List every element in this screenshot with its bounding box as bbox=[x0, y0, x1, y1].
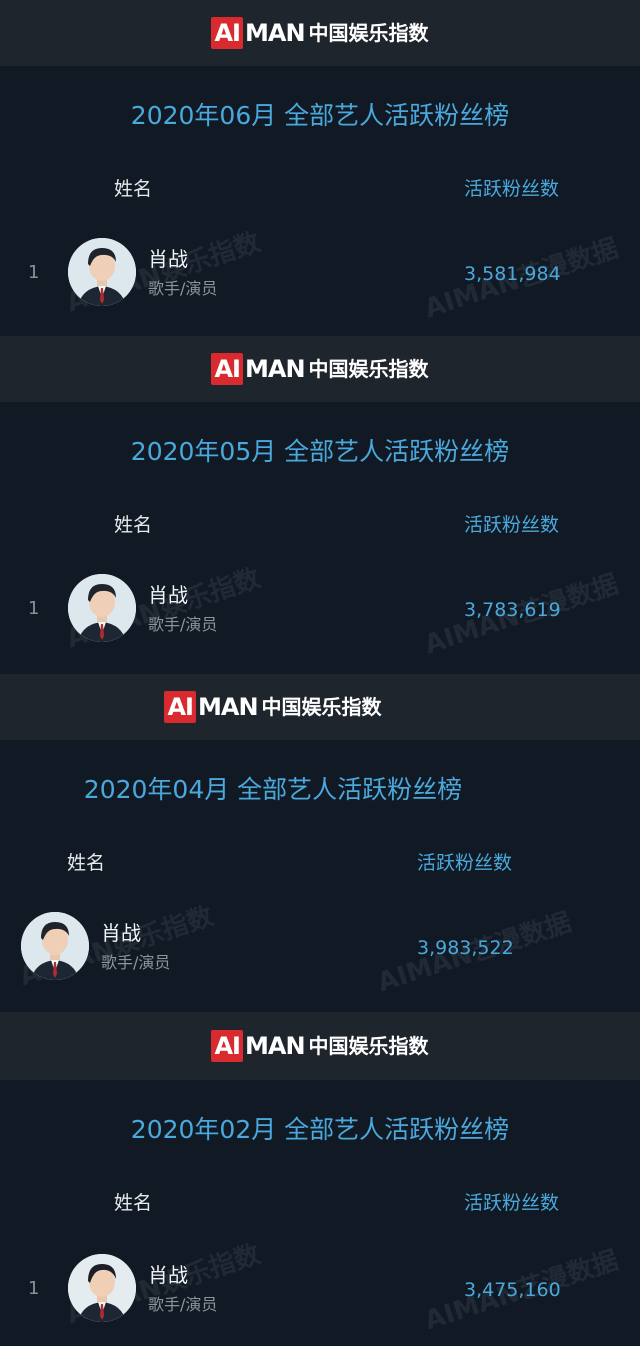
avatar[interactable] bbox=[21, 912, 89, 980]
ranking-row[interactable]: 肖战 歌手/演员 3,983,522 bbox=[0, 906, 640, 986]
avatar[interactable] bbox=[68, 238, 136, 306]
logo-man-text: MAN bbox=[244, 355, 306, 383]
logo-ai-badge: AI bbox=[211, 17, 243, 49]
brand-header: AI MAN 中国娱乐指数 bbox=[0, 674, 640, 740]
column-header-name: 姓名 bbox=[114, 514, 153, 536]
logo-ai-badge: AI bbox=[164, 691, 196, 723]
fan-count: 3,581,984 bbox=[464, 263, 561, 285]
logo-man-text: MAN bbox=[244, 1032, 306, 1060]
artist-role: 歌手/演员 bbox=[148, 279, 218, 298]
logo-cn-text: 中国娱乐指数 bbox=[308, 21, 429, 45]
ranking-row[interactable]: 1 肖战 歌手/演员 3,581,984 bbox=[0, 232, 640, 312]
avatar[interactable] bbox=[68, 574, 136, 642]
avatar[interactable] bbox=[68, 1254, 136, 1322]
column-header-name: 姓名 bbox=[67, 852, 106, 874]
artist-role: 歌手/演员 bbox=[148, 1295, 218, 1314]
fan-count: 3,475,160 bbox=[464, 1279, 561, 1301]
brand-header: AI MAN 中国娱乐指数 bbox=[0, 0, 640, 66]
brand-header: AI MAN 中国娱乐指数 bbox=[0, 1012, 640, 1080]
logo-man-text: MAN bbox=[244, 19, 306, 47]
rank-number: 1 bbox=[28, 1278, 40, 1299]
ranking-title: 2020年04月 全部艺人活跃粉丝榜 bbox=[83, 775, 463, 804]
column-header-fans: 活跃粉丝数 bbox=[417, 852, 513, 874]
column-header-fans: 活跃粉丝数 bbox=[464, 178, 560, 200]
logo-ai-badge: AI bbox=[211, 1030, 243, 1062]
fan-count: 3,983,522 bbox=[417, 937, 514, 959]
brand-header: AI MAN 中国娱乐指数 bbox=[0, 336, 640, 402]
ranking-panel-2020-02: AI MAN 中国娱乐指数 2020年02月 全部艺人活跃粉丝榜 姓名 活跃粉丝… bbox=[0, 1012, 640, 1346]
artist-role: 歌手/演员 bbox=[101, 953, 171, 972]
ranking-title: 2020年02月 全部艺人活跃粉丝榜 bbox=[130, 1115, 510, 1144]
ranking-panel-2020-06: AI MAN 中国娱乐指数 2020年06月 全部艺人活跃粉丝榜 姓名 活跃粉丝… bbox=[0, 0, 640, 336]
ranking-panel-2020-05: AI MAN 中国娱乐指数 2020年05月 全部艺人活跃粉丝榜 姓名 活跃粉丝… bbox=[0, 336, 640, 674]
artist-role: 歌手/演员 bbox=[148, 615, 218, 634]
logo-ai-badge: AI bbox=[211, 353, 243, 385]
fan-count: 3,783,619 bbox=[464, 599, 561, 621]
artist-name: 肖战 bbox=[148, 247, 188, 271]
column-header-fans: 活跃粉丝数 bbox=[464, 514, 560, 536]
artist-name: 肖战 bbox=[101, 921, 141, 945]
rank-number: 1 bbox=[28, 262, 40, 283]
artist-name: 肖战 bbox=[148, 583, 188, 607]
aiman-logo: AI MAN 中国娱乐指数 bbox=[211, 353, 429, 385]
logo-man-text: MAN bbox=[197, 693, 259, 721]
logo-cn-text: 中国娱乐指数 bbox=[261, 695, 382, 719]
column-header-name: 姓名 bbox=[114, 1192, 153, 1214]
rank-number: 1 bbox=[28, 598, 40, 619]
aiman-logo: AI MAN 中国娱乐指数 bbox=[211, 17, 429, 49]
logo-cn-text: 中国娱乐指数 bbox=[308, 1034, 429, 1058]
ranking-title: 2020年05月 全部艺人活跃粉丝榜 bbox=[130, 437, 510, 466]
ranking-panel-2020-04: AI MAN 中国娱乐指数 2020年04月 全部艺人活跃粉丝榜 姓名 活跃粉丝… bbox=[0, 674, 640, 1012]
ranking-row[interactable]: 1 肖战 歌手/演员 3,475,160 bbox=[0, 1248, 640, 1328]
aiman-logo: AI MAN 中国娱乐指数 bbox=[164, 691, 382, 723]
column-header-name: 姓名 bbox=[114, 178, 153, 200]
logo-cn-text: 中国娱乐指数 bbox=[308, 357, 429, 381]
artist-name: 肖战 bbox=[148, 1263, 188, 1287]
column-header-fans: 活跃粉丝数 bbox=[464, 1192, 560, 1214]
ranking-title: 2020年06月 全部艺人活跃粉丝榜 bbox=[130, 101, 510, 130]
ranking-row[interactable]: 1 肖战 歌手/演员 3,783,619 bbox=[0, 568, 640, 648]
aiman-logo: AI MAN 中国娱乐指数 bbox=[211, 1030, 429, 1062]
